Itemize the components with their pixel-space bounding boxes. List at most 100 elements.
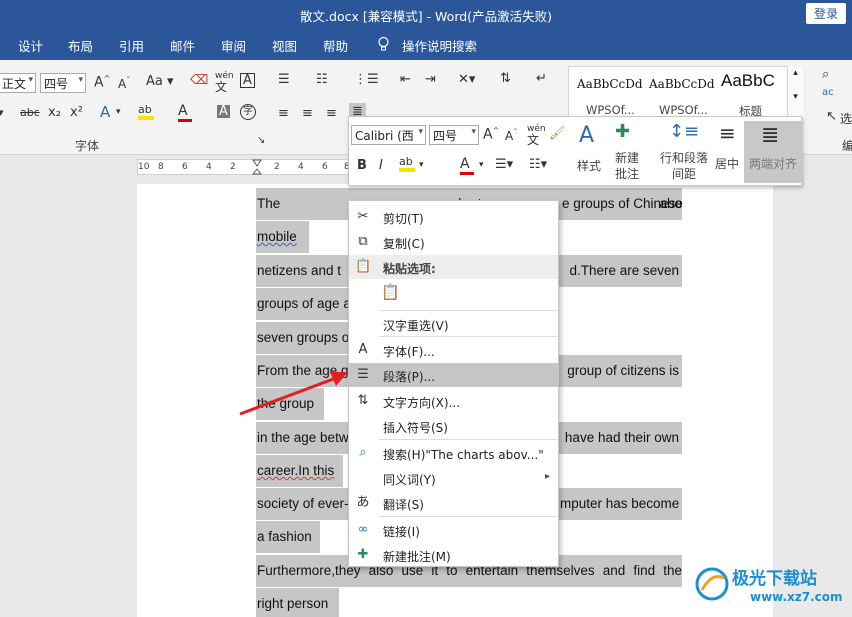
strikethrough-button[interactable]: abc <box>20 107 40 118</box>
enclose-char-icon[interactable]: 字 <box>240 104 256 120</box>
grow-font-icon[interactable]: A^ <box>483 127 499 142</box>
menu-item-new-comment[interactable]: ✚ 新建批注(M) <box>349 543 558 567</box>
italic-button[interactable]: I <box>379 159 383 172</box>
menu-item-search[interactable]: ⌕ 搜索(H)"The charts abov..." <box>349 441 558 465</box>
line-spacing-label-1[interactable]: 行和段落 <box>654 149 714 166</box>
menu-item-link[interactable]: ∞ 链接(I) <box>349 518 558 542</box>
center-align-icon[interactable]: ≡ <box>719 123 736 143</box>
show-marks-icon[interactable]: ↵ <box>536 72 547 85</box>
align-right-icon[interactable]: ≡ <box>326 107 337 120</box>
login-button[interactable]: 登录 <box>805 3 846 24</box>
subscript-button[interactable]: x₂ <box>48 106 61 119</box>
doc-line[interactable]: right person <box>256 588 339 617</box>
menu-item-font[interactable]: A 字体(F)... <box>349 338 558 362</box>
phonetic-guide-button[interactable]: wén 文 <box>527 125 546 147</box>
scroll-up-icon[interactable]: ▴ <box>788 68 803 78</box>
tab-help[interactable]: 帮助 <box>323 36 348 55</box>
center-label[interactable]: 居中 <box>711 155 743 172</box>
char-shading-icon[interactable]: A <box>217 105 230 118</box>
tell-me-search[interactable]: 操作说明搜索 <box>402 36 477 55</box>
decrease-indent-icon[interactable]: ⇤ <box>400 73 411 86</box>
chinese-layout-icon[interactable]: ✕▾ <box>458 73 475 86</box>
font-color-icon[interactable]: A <box>178 104 192 122</box>
indent-marker-icon[interactable] <box>252 159 262 177</box>
justify-button[interactable]: ≣ 两端对齐 <box>744 121 802 183</box>
select-icon[interactable]: ↖ <box>826 110 837 123</box>
doc-line[interactable]: d.There are seven <box>559 255 682 287</box>
bold-button[interactable]: B <box>357 159 367 172</box>
doc-line[interactable]: mobile <box>256 221 309 253</box>
styles-gallery[interactable]: AaBbCcDd WPSOf... AaBbCcDd WPSOf... AaBb… <box>568 66 802 118</box>
doc-line[interactable]: groups of age a <box>256 288 348 320</box>
tab-mailings[interactable]: 邮件 <box>170 36 195 55</box>
replace-icon[interactable]: ac <box>822 88 834 98</box>
style-sample-3[interactable]: AaBbC <box>721 71 775 91</box>
phonetic-guide-button[interactable]: wén 文 <box>215 72 234 94</box>
tab-review[interactable]: 审阅 <box>221 36 246 55</box>
select-label[interactable]: 选 <box>840 110 852 127</box>
numbering-icon[interactable]: ☷ <box>316 73 328 86</box>
doc-line[interactable]: career.In this <box>256 455 343 487</box>
menu-item-paragraph[interactable]: ☰ 段落(P)... <box>349 363 558 387</box>
menu-item-copy[interactable]: ⧉ 复制(C) <box>349 230 558 254</box>
align-center-icon[interactable]: ≡ <box>302 107 313 120</box>
bullets-icon[interactable]: ☰ <box>278 73 290 86</box>
bullets-icon[interactable]: ☰▾ <box>495 158 513 171</box>
format-painter-icon[interactable]: 🖌 <box>549 127 566 140</box>
menu-item-hanzi-reconvert[interactable]: 汉字重选(V) <box>349 312 558 336</box>
numbering-icon[interactable]: ☷▾ <box>529 158 547 171</box>
change-case-button[interactable]: Aa ▾ <box>146 75 174 88</box>
menu-item-synonyms[interactable]: 同义词(Y) ▸ <box>349 466 558 490</box>
font-name-combo[interactable]: 正文 ▾ <box>0 73 36 93</box>
mini-font-name-combo[interactable]: Calibri (西 ▾ <box>351 125 426 145</box>
highlight-icon[interactable]: ab <box>138 104 154 120</box>
font-color-icon[interactable]: A <box>460 157 474 175</box>
line-spacing-label-2[interactable]: 间距 <box>654 165 714 182</box>
multilevel-list-icon[interactable]: ⋮☰ <box>354 73 379 86</box>
tab-layout[interactable]: 布局 <box>68 36 93 55</box>
superscript-button[interactable]: x² <box>70 106 83 119</box>
text-effects-icon[interactable]: A <box>100 105 110 120</box>
menu-item-insert-symbol[interactable]: 插入符号(S) <box>349 414 558 438</box>
tab-view[interactable]: 视图 <box>272 36 297 55</box>
chevron-down-icon[interactable]: ▾ <box>479 161 484 170</box>
style-sample-2[interactable]: AaBbCcDd <box>649 77 715 91</box>
shrink-font-icon[interactable]: Aˇ <box>505 129 517 143</box>
scroll-down-icon[interactable]: ▾ <box>788 92 803 102</box>
highlight-icon[interactable]: ab <box>399 156 415 172</box>
new-comment-label-2[interactable]: 批注 <box>611 165 643 182</box>
clear-format-icon[interactable]: ⌫ <box>190 74 208 87</box>
menu-item-translate[interactable]: あ 翻译(S) <box>349 491 558 515</box>
new-comment-label-1[interactable]: 新建 <box>611 149 643 166</box>
font-dialog-launcher-icon[interactable]: ↘ <box>257 136 265 146</box>
style-sample-1[interactable]: AaBbCcDd <box>577 77 643 91</box>
sort-icon[interactable]: ⇅ <box>500 72 511 85</box>
tab-references[interactable]: 引用 <box>119 36 144 55</box>
char-border-icon[interactable]: A <box>240 73 255 88</box>
find-icon[interactable]: ⌕ <box>822 68 829 81</box>
underline-dropdown-icon[interactable]: ▾ <box>0 107 4 118</box>
menu-item-cut[interactable]: ✂ 剪切(T) <box>349 205 558 229</box>
doc-line[interactable]: a fashion <box>256 521 320 553</box>
gallery-scroll[interactable]: ▴ ▾ <box>787 66 803 118</box>
chevron-down-icon[interactable]: ▾ <box>419 161 424 170</box>
doc-line[interactable]: mputer has become <box>559 488 682 520</box>
chevron-down-icon[interactable]: ▾ <box>116 108 121 117</box>
doc-line[interactable]: society of ever- <box>256 488 348 520</box>
font-size-combo[interactable]: 四号 ▾ <box>40 73 86 93</box>
doc-line[interactable]: have had their own <box>559 422 682 454</box>
styles-button-label[interactable]: 样式 <box>573 157 605 174</box>
mini-font-size-combo[interactable]: 四号 ▾ <box>429 125 479 145</box>
doc-line[interactable]: netizens and t <box>256 255 348 287</box>
grow-font-icon[interactable]: A^ <box>94 75 110 90</box>
tab-design[interactable]: 设计 <box>18 36 43 55</box>
line-spacing-icon[interactable]: ↕≡ <box>669 123 699 141</box>
doc-line[interactable]: seven groups o <box>256 322 348 354</box>
new-comment-icon[interactable]: ✚ <box>615 123 630 141</box>
doc-line[interactable]: in the age betw <box>256 422 348 454</box>
menu-paste-keep-text[interactable]: 📋 <box>349 281 558 309</box>
shrink-font-icon[interactable]: Aˇ <box>118 77 130 91</box>
styles-icon[interactable]: A <box>579 125 594 147</box>
doc-line[interactable]: group of citizens is <box>559 355 682 387</box>
menu-item-text-direction[interactable]: ⇅ 文字方向(X)... <box>349 389 558 413</box>
